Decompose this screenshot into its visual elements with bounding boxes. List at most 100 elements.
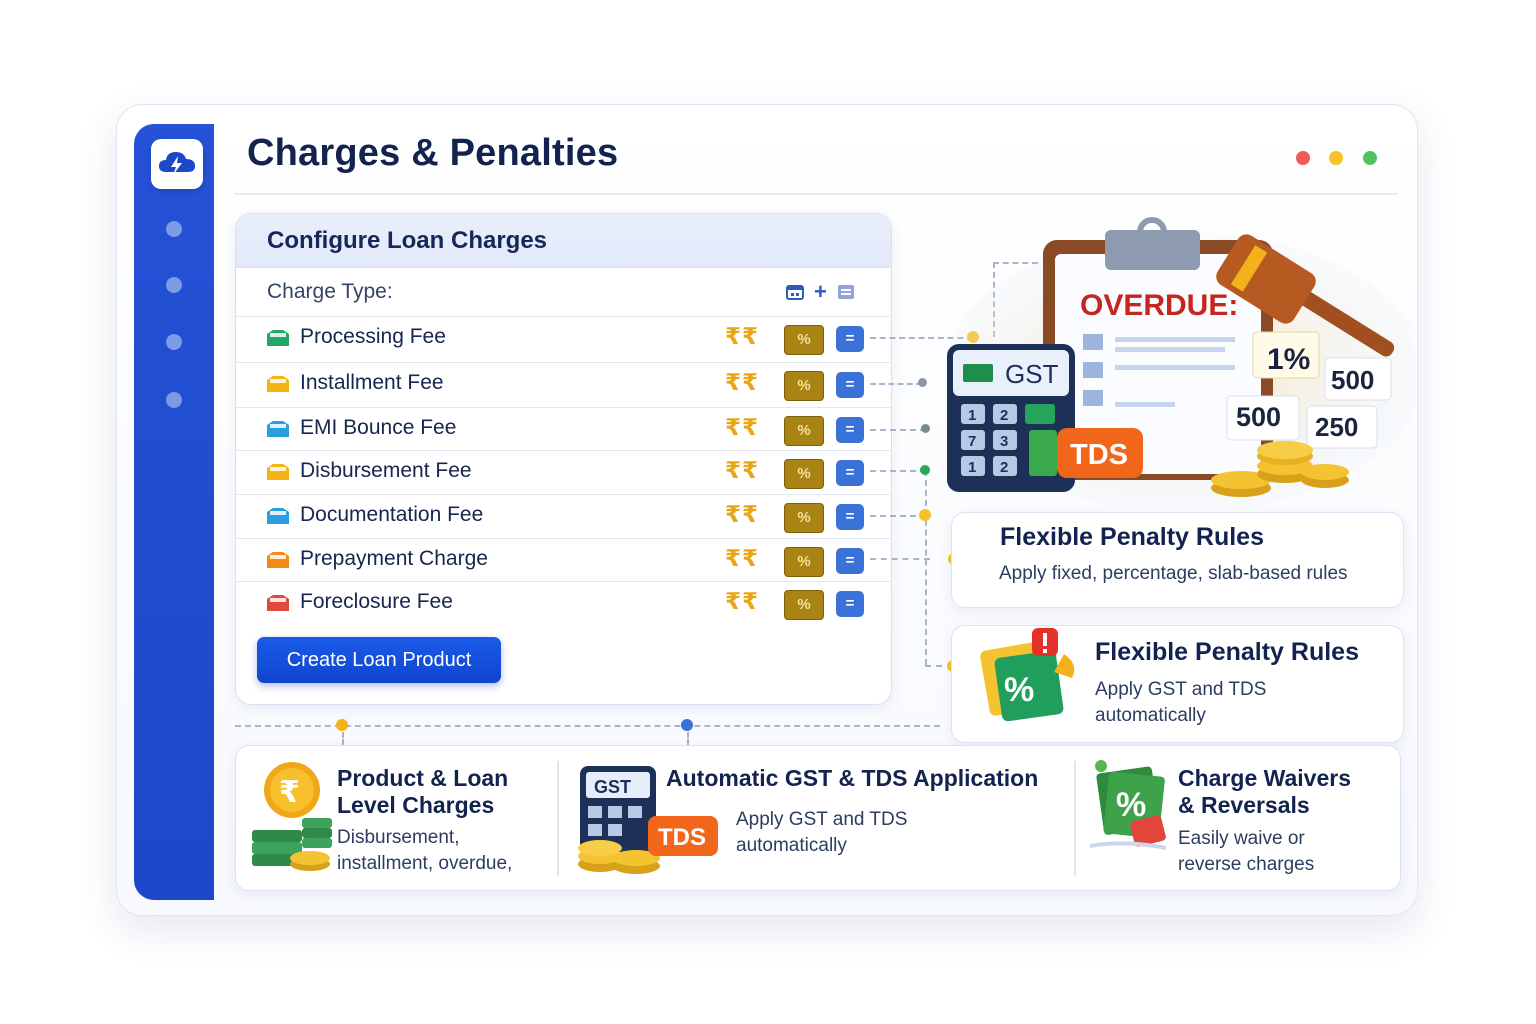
bottom-feature-strip: ₹ Product & Loan Level Charges Disbursem…	[235, 745, 1401, 891]
feature-card-penalty-rules: Flexible Penalty Rules Apply fixed, perc…	[951, 512, 1404, 608]
sidebar-nav-item-2[interactable]	[166, 277, 182, 293]
feature-desc-line: automatically	[736, 835, 847, 856]
charge-row-label: Prepayment Charge	[300, 547, 488, 570]
charge-type-toolbar: +	[786, 281, 855, 303]
sidebar-nav-item-1[interactable]	[166, 221, 182, 237]
charge-row[interactable]: Foreclosure Fee ₹₹% =	[236, 581, 891, 626]
feature-desc-line: Apply GST and TDS	[736, 809, 908, 830]
amount-icon[interactable]: ₹₹	[725, 501, 759, 528]
svg-text:1: 1	[968, 459, 976, 476]
svg-text:1: 1	[968, 407, 976, 424]
charge-row-label: Installment Fee	[300, 371, 444, 394]
feature-divider	[1074, 761, 1076, 876]
charge-row-label: Disbursement Fee	[300, 459, 472, 482]
percentage-button[interactable]: %	[784, 416, 824, 446]
feature-card-gst-tds: % Flexible Penalty Rules Apply GST and T…	[951, 625, 1404, 743]
charge-row[interactable]: Prepayment Charge ₹₹% =	[236, 538, 891, 583]
amount-icon[interactable]: ₹₹	[725, 457, 759, 484]
svg-text:₹: ₹	[279, 775, 300, 810]
percentage-button[interactable]: %	[784, 371, 824, 401]
sidebar	[134, 124, 214, 900]
sidebar-nav-item-4[interactable]	[166, 392, 182, 408]
percentage-button[interactable]: %	[784, 325, 824, 355]
percent-folder-icon: %	[980, 628, 1075, 721]
page-title: Charges & Penalties	[247, 132, 619, 174]
percentage-button[interactable]: %	[784, 503, 824, 533]
svg-text:1%: 1%	[1267, 343, 1310, 376]
feature-card-desc-line: Apply GST and TDS	[1095, 679, 1267, 700]
charge-row-label: Processing Fee	[300, 325, 446, 348]
charge-row[interactable]: EMI Bounce Fee ₹₹% =	[236, 407, 891, 452]
window-maximize-button[interactable]	[1363, 151, 1377, 165]
equals-button[interactable]: =	[836, 548, 864, 574]
amount-icon[interactable]: ₹₹	[725, 323, 759, 350]
amount-icon[interactable]: ₹₹	[725, 545, 759, 572]
plus-icon[interactable]: +	[814, 281, 827, 303]
svg-text:TDS: TDS	[658, 824, 706, 851]
equals-button[interactable]: =	[836, 372, 864, 398]
equals-button[interactable]: =	[836, 460, 864, 486]
percentage-button[interactable]: %	[784, 547, 824, 577]
overdue-penalty-illustration: OVERDUE: 1% 500 500 250 GST 1 2 7 3 1 2 …	[945, 217, 1415, 507]
charge-row[interactable]: Processing Fee ₹₹% =	[236, 316, 891, 361]
feature-divider	[557, 761, 559, 876]
charge-row-label: EMI Bounce Fee	[300, 416, 457, 439]
calendar-icon[interactable]	[786, 284, 804, 300]
fee-folder-icon	[267, 464, 289, 480]
overdue-text: OVERDUE:	[1080, 289, 1238, 322]
svg-text:GST: GST	[1005, 359, 1059, 389]
connector-dot	[336, 719, 348, 731]
fee-folder-icon	[267, 552, 289, 568]
app-logo[interactable]	[151, 139, 203, 189]
svg-text:500: 500	[1236, 402, 1281, 432]
charge-row[interactable]: Documentation Fee ₹₹% =	[236, 494, 891, 539]
feature-card-title: Flexible Penalty Rules	[1095, 638, 1359, 666]
svg-text:%: %	[1116, 786, 1146, 824]
svg-text:7: 7	[968, 433, 976, 450]
charge-row[interactable]: Installment Fee ₹₹% =	[236, 362, 891, 407]
fee-folder-icon	[267, 421, 289, 437]
charge-type-label: Charge Type:	[267, 280, 393, 303]
feature-desc-line: Disbursement,	[337, 827, 460, 848]
svg-text:500: 500	[1331, 365, 1374, 395]
configure-loan-charges-panel: Configure Loan Charges Charge Type: + Pr…	[235, 213, 892, 705]
percentage-button[interactable]: %	[784, 459, 824, 489]
rupee-coin-icon: ₹	[252, 762, 332, 871]
list-icon[interactable]	[837, 284, 855, 300]
svg-text:2: 2	[1000, 459, 1008, 476]
charge-row-label: Foreclosure Fee	[300, 590, 453, 613]
charge-row-label: Documentation Fee	[300, 503, 484, 526]
svg-text:GST: GST	[594, 777, 631, 797]
equals-button[interactable]: =	[836, 417, 864, 443]
fee-folder-icon	[267, 330, 289, 346]
fee-folder-icon	[267, 376, 289, 392]
connector-line	[870, 515, 926, 517]
amount-icon[interactable]: ₹₹	[725, 414, 759, 441]
connector-line	[870, 558, 930, 560]
create-loan-product-button[interactable]: Create Loan Product	[257, 637, 501, 683]
svg-text:TDS: TDS	[1070, 439, 1128, 471]
fee-folder-icon	[267, 508, 289, 524]
amount-icon[interactable]: ₹₹	[725, 588, 759, 615]
equals-button[interactable]: =	[836, 504, 864, 530]
window-close-button[interactable]	[1296, 151, 1310, 165]
cloud-bolt-icon	[159, 152, 195, 175]
connector-dot	[681, 719, 693, 731]
equals-button[interactable]: =	[836, 591, 864, 617]
panel-title: Configure Loan Charges	[267, 227, 548, 254]
feature-title-line: Product & Loan	[337, 765, 509, 791]
feature-card-desc-line: automatically	[1095, 705, 1206, 726]
equals-button[interactable]: =	[836, 326, 864, 352]
feature-desc-line: reverse charges	[1178, 854, 1315, 875]
amount-icon[interactable]: ₹₹	[725, 369, 759, 396]
charge-row[interactable]: Disbursement Fee ₹₹% =	[236, 450, 891, 495]
sidebar-nav-item-3[interactable]	[166, 334, 182, 350]
feature-card-title: Flexible Penalty Rules	[1000, 523, 1264, 551]
feature-title: Automatic GST & TDS Application	[666, 765, 1039, 791]
svg-text:250: 250	[1315, 412, 1358, 442]
fee-folder-icon	[267, 595, 289, 611]
svg-text:3: 3	[1000, 433, 1008, 450]
percentage-button[interactable]: %	[784, 590, 824, 620]
window-minimize-button[interactable]	[1329, 151, 1343, 165]
feature-title-line: & Reversals	[1178, 792, 1310, 818]
